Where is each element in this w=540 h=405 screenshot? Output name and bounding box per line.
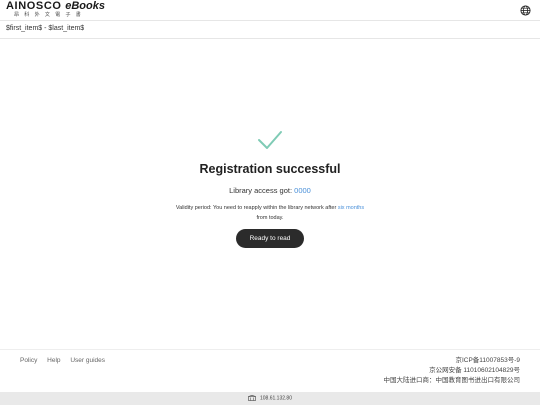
ip-address: 108.61.132.80: [260, 395, 292, 402]
checkmark-icon: [258, 131, 282, 149]
ip-status-bar: 108.61.132.80: [0, 392, 540, 405]
top-header: AINOSCO eBooks 昂科外文電子書: [0, 0, 540, 21]
page-title: Registration successful: [199, 162, 341, 176]
logo-ebooks: eBooks: [65, 0, 105, 12]
breadcrumb-bar: $first_item$ - $last_item$: [0, 21, 540, 39]
access-label: Library access got:: [229, 186, 293, 195]
validity-suffix: from today.: [256, 215, 284, 221]
user-guides-link[interactable]: User guides: [70, 357, 105, 364]
public-security-record[interactable]: 京公网安备 11010602104829号: [384, 366, 520, 376]
ready-to-read-button[interactable]: Ready to read: [236, 229, 304, 248]
building-icon: [248, 395, 256, 401]
policy-link[interactable]: Policy: [20, 357, 37, 364]
validity-period: six months: [337, 205, 365, 211]
access-code: 0000: [294, 186, 311, 195]
logo-subtitle: 昂科外文電子書: [14, 12, 87, 18]
ainosco-logo[interactable]: AINOSCO eBooks 昂科外文電子書: [6, 1, 105, 19]
logo-brand: AINOSCO: [6, 0, 62, 12]
footer: Policy Help User guides 京ICP备11007853号-9…: [0, 349, 540, 392]
library-access-line: Library access got: 0000: [0, 186, 540, 195]
icp-record[interactable]: 京ICP备11007853号-9: [384, 356, 520, 366]
globe-icon[interactable]: [520, 5, 531, 16]
footer-legal: 京ICP备11007853号-9 京公网安备 11010602104829号 中…: [384, 356, 521, 386]
logo-wordmark: AINOSCO eBooks: [6, 1, 105, 12]
ip-display: 108.61.132.80: [0, 395, 540, 401]
footer-links: Policy Help User guides: [20, 357, 113, 364]
validity-text: Validity period: You need to reapply wit…: [170, 203, 370, 223]
breadcrumb: $first_item$ - $last_item$: [6, 25, 85, 32]
validity-prefix: Validity period: You need to reapply wit…: [175, 205, 337, 211]
help-link[interactable]: Help: [47, 357, 60, 364]
importer-info: 中国大陆进口商：中国教育图书进出口有限公司: [383, 377, 521, 384]
